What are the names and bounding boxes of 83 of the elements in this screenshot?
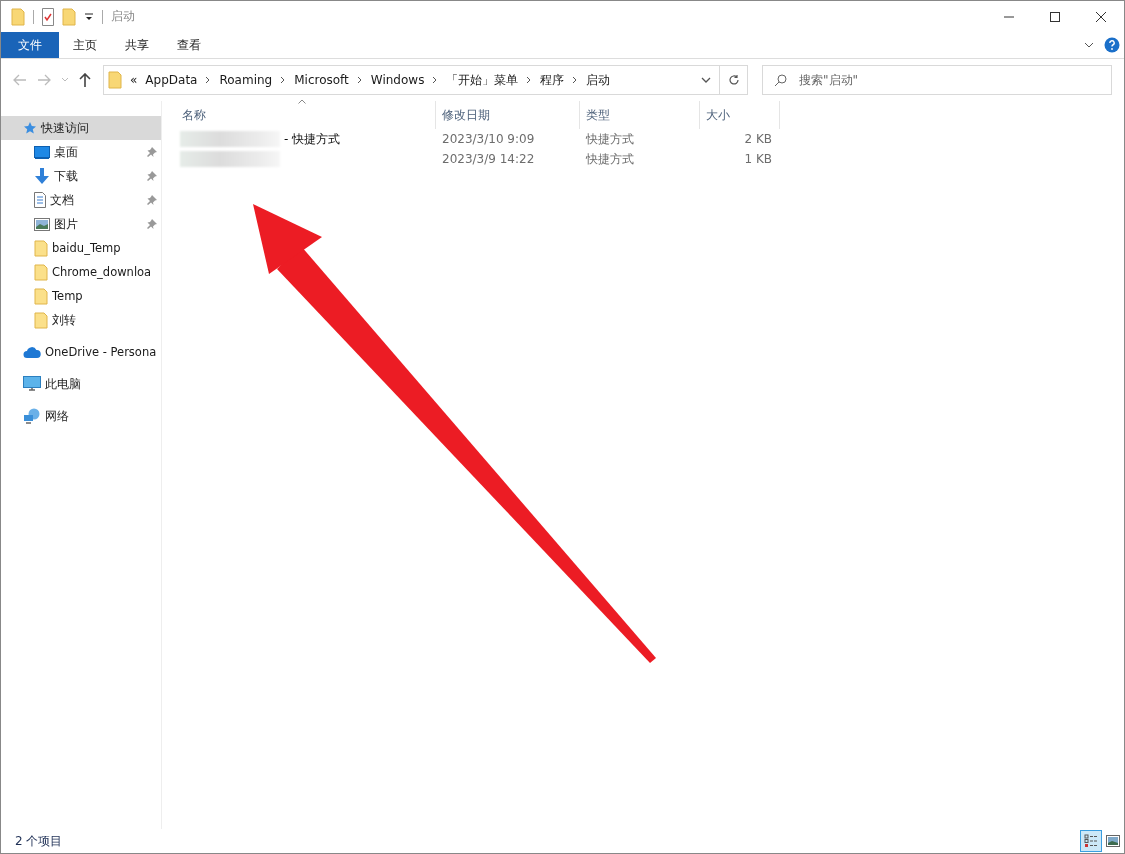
folder-icon	[34, 311, 48, 329]
folder-icon	[34, 239, 48, 257]
breadcrumb[interactable]: 程序	[540, 71, 565, 89]
table-cell-text: 快捷方式	[585, 130, 635, 148]
column-header[interactable]: 名称	[176, 101, 436, 129]
down-arrow-icon	[34, 168, 50, 184]
breadcrumb[interactable]: Microsoft	[294, 73, 349, 87]
breadcrumb[interactable]: Roaming	[219, 73, 273, 87]
item-count: 2 个项目	[15, 832, 63, 850]
chevron-right-icon[interactable]	[205, 76, 212, 84]
sidebar-item[interactable]: Chrome_downloa	[1, 260, 161, 284]
ribbon-tab[interactable]: 共享	[111, 32, 163, 58]
chevron-right-icon[interactable]	[526, 76, 533, 84]
folder-icon	[34, 263, 48, 281]
sidebar-label: baidu_Temp	[52, 241, 121, 255]
chevron-right-icon[interactable]	[356, 76, 363, 84]
table-cell-text: 1 KB	[743, 152, 773, 166]
sidebar-label: 快速访问	[41, 120, 89, 136]
sidebar-label: 图片	[54, 216, 78, 232]
maximize-icon	[1050, 11, 1060, 22]
breadcrumb[interactable]: 「开始」菜单	[446, 71, 519, 89]
properties-icon[interactable]	[42, 7, 54, 26]
sidebar-item[interactable]: 刘转	[1, 308, 161, 332]
sidebar-item[interactable]: baidu_Temp	[1, 236, 161, 260]
picture-icon	[34, 217, 50, 231]
sidebar-item[interactable]: 下载	[1, 164, 161, 188]
sidebar-item[interactable]: 桌面	[1, 140, 161, 164]
table-cell-text: 快捷方式	[585, 150, 635, 168]
table-cell-text: 2 KB	[743, 132, 773, 146]
star-icon	[23, 121, 37, 135]
sidebar-item[interactable]: Temp	[1, 284, 161, 308]
column-header[interactable]: 大小	[700, 101, 780, 129]
column-header[interactable]: 修改日期	[436, 101, 580, 129]
breadcrumb[interactable]: Windows	[370, 73, 425, 87]
sidebar-label: 下载	[54, 168, 78, 184]
sidebar-item[interactable]: 图片	[1, 212, 161, 236]
address-bar[interactable]: « AppData Roaming Microsoft Windows 「开始」菜单 程序 启动	[103, 65, 748, 95]
sidebar-label: OneDrive - Persona	[45, 345, 157, 359]
sidebar-item[interactable]: 此电脑	[1, 372, 161, 396]
sidebar-label: 桌面	[54, 144, 78, 160]
breadcrumb[interactable]: 启动	[586, 71, 611, 89]
chevron-right-icon[interactable]	[432, 76, 439, 84]
sidebar-label: Temp	[52, 289, 83, 303]
table-cell-text: 2023/3/9 14:22	[441, 152, 536, 166]
document-icon	[34, 192, 46, 208]
folder-icon	[108, 71, 122, 89]
picture-icon	[1106, 835, 1120, 847]
sidebar-label: Chrome_downloa	[52, 265, 152, 279]
up-arrow-icon[interactable]	[79, 73, 91, 87]
details-view-icon	[1084, 834, 1098, 848]
expand-ribbon-icon[interactable]	[1084, 41, 1094, 49]
dropdown-icon[interactable]	[701, 76, 711, 84]
table-cell-text: 2023/3/10 9:09	[441, 132, 536, 146]
sidebar-label: 网络	[45, 408, 69, 424]
help-icon[interactable]	[1104, 37, 1120, 53]
file-menu-tab[interactable]: 文件	[1, 32, 59, 58]
network-icon	[23, 408, 41, 424]
dropdown-icon[interactable]	[84, 11, 94, 22]
search-field[interactable]: 搜索"启动"	[762, 65, 1112, 95]
sidebar-item[interactable]: 快速访问	[1, 116, 161, 140]
sidebar-item[interactable]: 网络	[1, 404, 161, 428]
folder-icon	[34, 287, 48, 305]
sidebar-label: 文档	[50, 192, 74, 208]
breadcrumb[interactable]: AppData	[145, 73, 198, 87]
window-title: 启动	[111, 8, 135, 25]
cloud-icon	[23, 346, 41, 358]
desktop-icon	[34, 145, 50, 159]
sidebar-item[interactable]: 文档	[1, 188, 161, 212]
refresh-icon	[727, 74, 740, 86]
sidebar-label: 此电脑	[45, 376, 81, 392]
sidebar-label: 刘转	[52, 312, 76, 328]
chevron-right-icon[interactable]	[572, 76, 579, 84]
monitor-icon	[23, 376, 41, 392]
chevron-right-icon[interactable]	[280, 76, 287, 84]
overflow-chevron[interactable]: «	[130, 73, 138, 87]
details-view-button[interactable]	[1080, 830, 1102, 852]
ribbon-tab[interactable]: 查看	[163, 32, 215, 58]
search-icon	[774, 74, 787, 87]
ribbon-tab[interactable]: 主页	[59, 32, 111, 58]
sidebar-item[interactable]: OneDrive - Persona	[1, 340, 161, 364]
column-header[interactable]: 类型	[580, 101, 700, 129]
close-icon	[1096, 11, 1106, 22]
file-name: - 快捷方式	[284, 130, 341, 148]
